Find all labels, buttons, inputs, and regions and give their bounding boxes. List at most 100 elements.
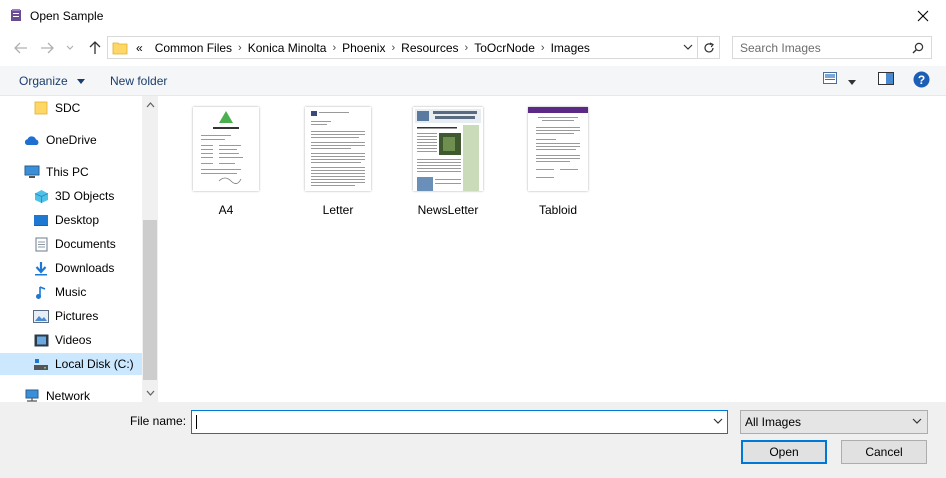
computer-icon [24,164,40,180]
cancel-button[interactable]: Cancel [841,440,927,464]
search-icon [912,42,924,54]
chevron-down-icon[interactable] [713,417,723,425]
sidebar-item-pictures[interactable]: Pictures [33,305,98,327]
breadcrumb-item[interactable]: Images [545,41,596,55]
sidebar-item-videos[interactable]: Videos [33,329,91,351]
documents-icon [33,236,49,252]
sidebar-item-sdc[interactable]: SDC [33,97,80,119]
sidebar-item-label: OneDrive [46,133,97,147]
svg-text:?: ? [918,73,925,87]
window-title: Open Sample [30,9,104,23]
scrollbar-thumb[interactable] [143,220,157,380]
sidebar-item-desktop[interactable]: Desktop [33,209,99,231]
command-bar: Organize New folder ? [0,66,946,96]
file-name: Tabloid [538,203,578,217]
address-bar[interactable]: « Common Files › Konica Minolta › Phoeni… [107,36,698,59]
sidebar-item-onedrive[interactable]: OneDrive [24,129,97,151]
disk-icon [33,356,49,372]
sidebar-item-local-disk[interactable]: Local Disk (C:) [0,353,142,375]
scroll-up-button[interactable] [142,97,158,113]
cancel-button-label: Cancel [865,445,903,459]
new-folder-button[interactable]: New folder [110,74,167,88]
breadcrumb-item[interactable]: Resources [395,41,464,55]
chevron-up-icon [146,102,154,108]
open-button-label: Open [769,445,799,459]
sidebar-item-label: Music [55,285,87,299]
app-icon [11,9,21,21]
file-item[interactable]: NewsLetter [403,97,493,217]
sidebar-item-3d-objects[interactable]: 3D Objects [33,185,114,207]
file-thumbnail [528,107,588,191]
scroll-down-button[interactable] [142,385,158,401]
file-item[interactable]: Tabloid [513,97,603,217]
sidebar-item-music[interactable]: Music [33,281,86,303]
title-bar: Open Sample [0,0,946,31]
sidebar-item-label: Network [46,389,91,402]
navigation-pane: SDC OneDrive This PC 3D Objects Desktop … [0,96,158,402]
help-icon: ? [913,71,930,88]
file-name: NewsLetter [417,203,479,217]
close-button[interactable] [900,0,946,31]
up-button[interactable] [84,37,106,59]
file-list: A4 Letter NewsLetter Tabloid [159,97,946,402]
file-type-filter[interactable]: All Images [740,410,928,434]
sidebar-item-label: Local Disk (C:) [55,357,134,371]
chevron-down-icon [146,390,154,396]
sidebar-item-this-pc[interactable]: This PC [24,161,89,183]
preview-pane-button[interactable] [878,72,894,88]
breadcrumb-item[interactable]: Konica Minolta [242,41,333,55]
download-icon [33,260,49,276]
file-item[interactable]: A4 [181,97,271,217]
pictures-icon [33,308,49,324]
view-icon [823,72,837,84]
preview-pane-icon [878,72,894,85]
cube-icon [33,188,49,204]
file-name: A4 [218,203,234,217]
network-icon [24,388,40,402]
breadcrumb-item[interactable]: Common Files [149,41,238,55]
file-thumbnail [413,107,483,191]
file-name-label: File name: [130,414,187,428]
close-icon [917,10,929,21]
arrow-left-icon [14,42,27,54]
caret-down-icon [77,79,86,84]
sidebar-item-label: Documents [55,237,116,251]
back-button[interactable] [10,37,32,59]
sidebar-item-label: Desktop [55,213,100,227]
videos-icon [33,332,49,348]
open-button[interactable]: Open [741,440,827,464]
chevron-down-icon [912,418,922,424]
breadcrumb-item[interactable]: Phoenix [336,41,391,55]
sidebar-item-documents[interactable]: Documents [33,233,116,255]
folder-icon [112,42,128,54]
refresh-button[interactable] [698,36,720,59]
sidebar-item-label: Pictures [55,309,99,323]
help-button[interactable]: ? [913,71,930,91]
sidebar-item-label: Videos [55,333,92,347]
sidebar-item-label: 3D Objects [55,189,115,203]
file-type-value: All Images [745,415,802,429]
music-icon [33,284,49,300]
folder-icon [33,100,49,116]
organize-button[interactable]: Organize [19,74,86,88]
cloud-icon [24,132,40,148]
chevron-down-icon [66,45,74,50]
sidebar-item-label: Downloads [55,261,115,275]
arrow-right-icon [41,42,54,54]
breadcrumb-overflow[interactable]: « [132,41,149,55]
change-view-button[interactable] [823,72,837,87]
view-options-button[interactable] [848,75,856,89]
forward-button[interactable] [36,37,58,59]
caret-down-icon [848,80,856,85]
sidebar-item-network[interactable]: Network [24,385,90,402]
chevron-down-icon[interactable] [683,42,693,52]
breadcrumb-item[interactable]: ToOcrNode [468,41,541,55]
search-box[interactable]: Search Images [732,36,932,59]
file-name-input[interactable] [191,410,728,434]
sidebar-item-label: SDC [55,101,81,115]
recent-locations-button[interactable] [62,37,78,59]
sidebar-item-downloads[interactable]: Downloads [33,257,114,279]
file-item[interactable]: Letter [293,97,383,217]
sidebar-item-label: This PC [46,165,89,179]
text-cursor [196,415,197,429]
